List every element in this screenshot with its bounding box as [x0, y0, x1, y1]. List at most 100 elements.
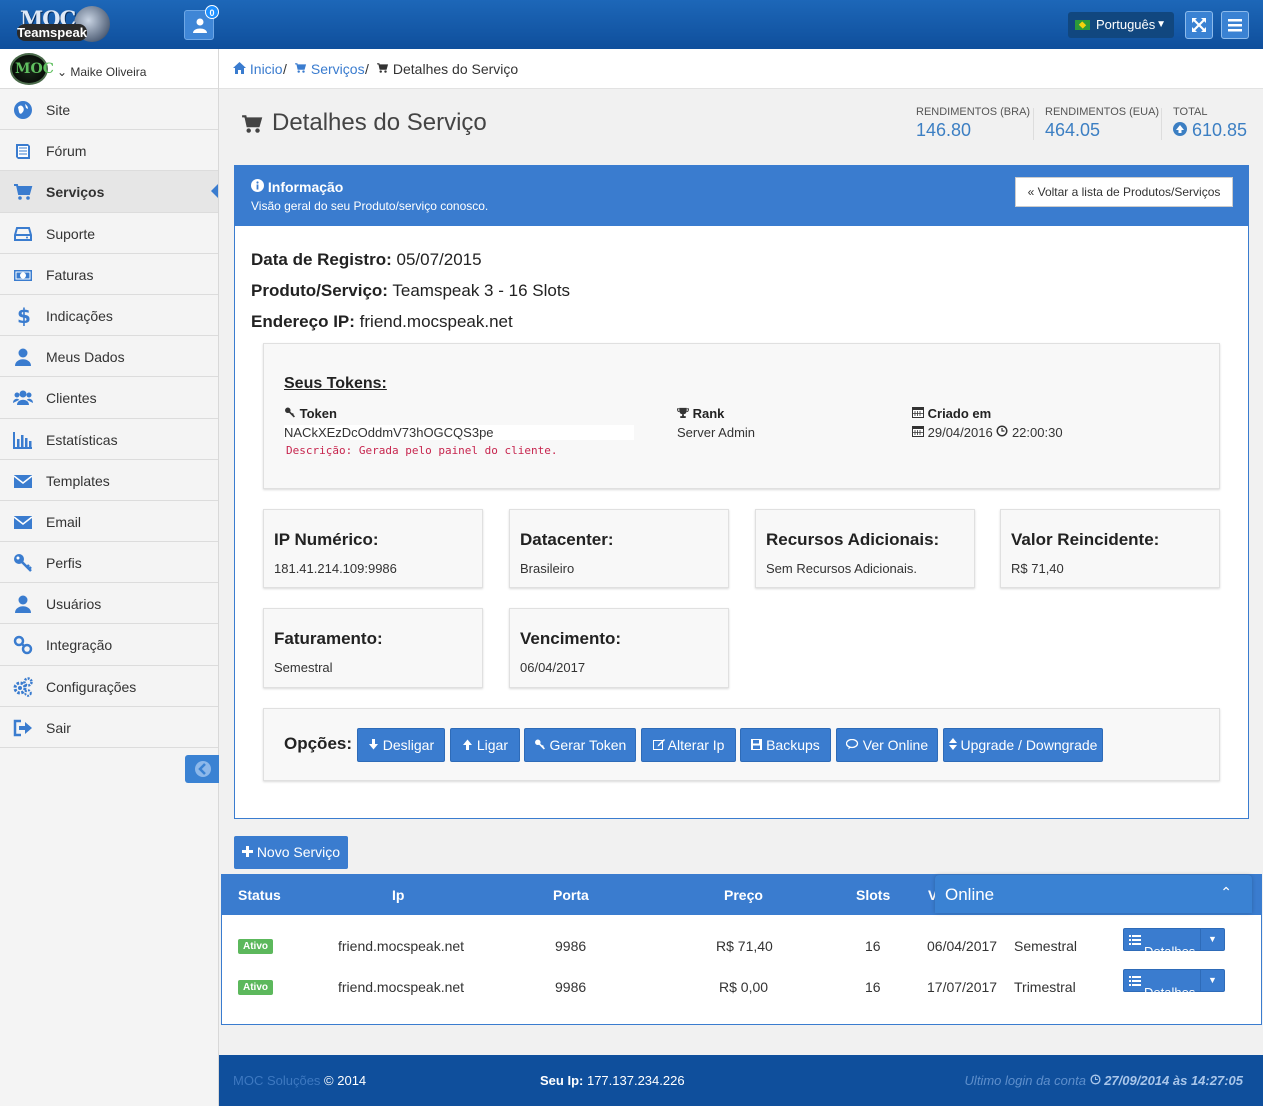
stat-rendimentos-bra: RENDIMENTOS (BRA) 146.80 [916, 106, 1031, 140]
edit-icon [652, 739, 665, 750]
token-column: Token NACkXEzDcOddmV73hOGCQS3pe [284, 406, 634, 440]
sidebar-item-sair[interactable]: Sair [0, 707, 218, 748]
sidebar-item-estatisticas[interactable]: Estatísticas [0, 419, 218, 460]
rank-value: Server Admin [677, 425, 756, 440]
rank-column: Rank Server Admin [677, 406, 756, 440]
money-icon [14, 269, 32, 281]
cart-icon [242, 115, 263, 133]
panel-subtitle: Visão geral do seu Produto/serviço conos… [251, 199, 489, 213]
footer-last-login: Ultimo login da conta 27/09/2014 às 14:2… [964, 1073, 1243, 1088]
breadcrumb-separator: / [283, 61, 287, 77]
footer-copyright: MOC Soluções © 2014 [233, 1073, 367, 1088]
status-badge: Ativo [238, 980, 273, 995]
online-widget-title: Online [945, 885, 995, 904]
expand-icon [1192, 18, 1206, 32]
circle-arrow-up-icon [1173, 122, 1187, 136]
hdd-icon [14, 226, 32, 241]
sort-icon [948, 738, 957, 750]
detalhes-button[interactable]: Detalhes ▼ [1123, 928, 1225, 959]
detalhes-button[interactable]: Detalhes ▼ [1123, 969, 1225, 1000]
ver-online-button[interactable]: Ver Online [836, 728, 938, 762]
user-icon [193, 18, 207, 33]
sidebar-item-configuracoes[interactable]: Configurações [0, 666, 218, 707]
key-icon [14, 554, 32, 572]
moc-teamspeak-logo[interactable]: MOC Teamspeak [12, 4, 110, 46]
options-label: Opções: [284, 734, 353, 753]
dropdown-caret-icon[interactable]: ▼ [1200, 970, 1224, 991]
sidebar-collapse-button[interactable] [185, 755, 219, 783]
chevron-down-icon: ▼ [1156, 19, 1166, 30]
cogs-icon [13, 676, 33, 697]
col-ip: Ip [392, 887, 405, 903]
breadcrumb-separator: / [365, 61, 369, 77]
brazil-flag-icon [1075, 20, 1090, 30]
sidebar: MOC ⌄ Maike Oliveira Site Fórum Serviços… [0, 49, 219, 1106]
dropdown-caret-icon[interactable]: ▼ [1200, 929, 1224, 950]
sidebar-item-site[interactable]: Site [0, 89, 218, 131]
plus-icon [241, 846, 253, 857]
language-selector[interactable]: Português ▼ [1068, 12, 1174, 38]
token-description: Descrição: Gerada pelo painel do cliente… [286, 444, 558, 457]
avatar: MOC [10, 53, 54, 85]
user-name[interactable]: ⌄ Maike Oliveira [57, 65, 146, 79]
backups-button[interactable]: Backups [740, 728, 831, 762]
fullscreen-button[interactable] [1185, 11, 1213, 39]
home-icon [233, 62, 246, 74]
card-valor-reincidente: Valor Reincidente: R$ 71,40 [1000, 509, 1220, 588]
alterar-ip-button[interactable]: Alterar Ip [641, 728, 736, 762]
upgrade-downgrade-button[interactable]: Upgrade / Downgrade [943, 728, 1103, 762]
table-row: Ativo friend.mocspeak.net 9986 R$ 71,40 … [222, 926, 1263, 967]
sidebar-item-integracao[interactable]: Integração [0, 624, 218, 666]
gerar-token-button[interactable]: Gerar Token [524, 728, 636, 762]
sidebar-item-servicos[interactable]: Serviços [0, 171, 218, 213]
panel-header: Informação Visão geral do seu Produto/se… [235, 166, 1248, 226]
cart-icon [14, 184, 33, 201]
svg-text:$: $ [17, 306, 31, 326]
table-row: Ativo friend.mocspeak.net 9986 R$ 0,00 1… [222, 967, 1263, 1008]
status-badge: Ativo [238, 939, 273, 954]
sidebar-item-perfis[interactable]: Perfis [0, 542, 218, 584]
sidebar-item-clientes[interactable]: Clientes [0, 377, 218, 419]
ip-address: Endereço IP: friend.mocspeak.net [251, 312, 513, 331]
cart-icon [377, 63, 389, 73]
sidebar-item-meus-dados[interactable]: Meus Dados [0, 336, 218, 378]
online-chat-widget[interactable]: Online ⌃ [935, 875, 1252, 913]
sidebar-item-faturas[interactable]: Faturas [0, 254, 218, 295]
globe-icon [14, 101, 32, 119]
back-to-services-button[interactable]: « Voltar a lista de Produtos/Serviços [1015, 177, 1233, 207]
sidebar-item-forum[interactable]: Fórum [0, 130, 218, 172]
sidebar-item-usuarios[interactable]: Usuários [0, 583, 218, 625]
envelope-icon [13, 474, 33, 488]
tokens-box: Seus Tokens: Token NACkXEzDcOddmV73hOGCQ… [263, 343, 1220, 489]
notifications-button[interactable]: 0 [184, 5, 219, 40]
novo-servico-button[interactable]: Novo Serviço [234, 836, 348, 869]
sidebar-item-indicacoes[interactable]: $ Indicações [0, 295, 218, 337]
calendar-icon [912, 426, 924, 437]
bar-chart-icon [13, 431, 32, 449]
stat-total: TOTAL 610.85 [1173, 106, 1248, 140]
logo-text-bottom: Teamspeak [17, 24, 87, 41]
footer: MOC Soluções © 2014 Seu Ip: 177.137.234.… [219, 1055, 1263, 1106]
ligar-button[interactable]: Ligar [450, 728, 520, 762]
chevron-up-icon[interactable]: ⌃ [1220, 884, 1232, 901]
breadcrumb: Inicio / Serviços / Detalhes do Serviço [219, 49, 1263, 89]
product-service: Produto/Serviço: Teamspeak 3 - 16 Slots [251, 281, 571, 300]
sign-out-icon [13, 719, 32, 737]
breadcrumb-home[interactable]: Inicio [233, 61, 283, 77]
arrow-down-icon [368, 739, 378, 750]
footer-ip: Seu Ip: 177.137.234.226 [540, 1073, 685, 1088]
col-slots: Slots [856, 887, 891, 903]
created-value: 29/04/2016 22:00:30 [912, 425, 1063, 440]
desligar-button[interactable]: Desligar [357, 728, 445, 762]
breadcrumb-servicos[interactable]: Serviços [294, 61, 365, 77]
token-value[interactable]: NACkXEzDcOddmV73hOGCQS3pe [284, 425, 634, 440]
sidebar-item-email[interactable]: Email [0, 501, 218, 543]
language-label: Português [1096, 17, 1156, 32]
stat-rendimentos-eua: RENDIMENTOS (EUA) 464.05 [1045, 106, 1160, 140]
sidebar-profile[interactable]: MOC ⌄ Maike Oliveira [0, 49, 218, 89]
card-datacenter: Datacenter: Brasileiro [509, 509, 729, 588]
sidebar-item-templates[interactable]: Templates [0, 460, 218, 501]
menu-toggle-button[interactable] [1221, 11, 1249, 39]
tokens-title: Seus Tokens: [284, 375, 387, 392]
sidebar-item-suporte[interactable]: Suporte [0, 213, 218, 254]
